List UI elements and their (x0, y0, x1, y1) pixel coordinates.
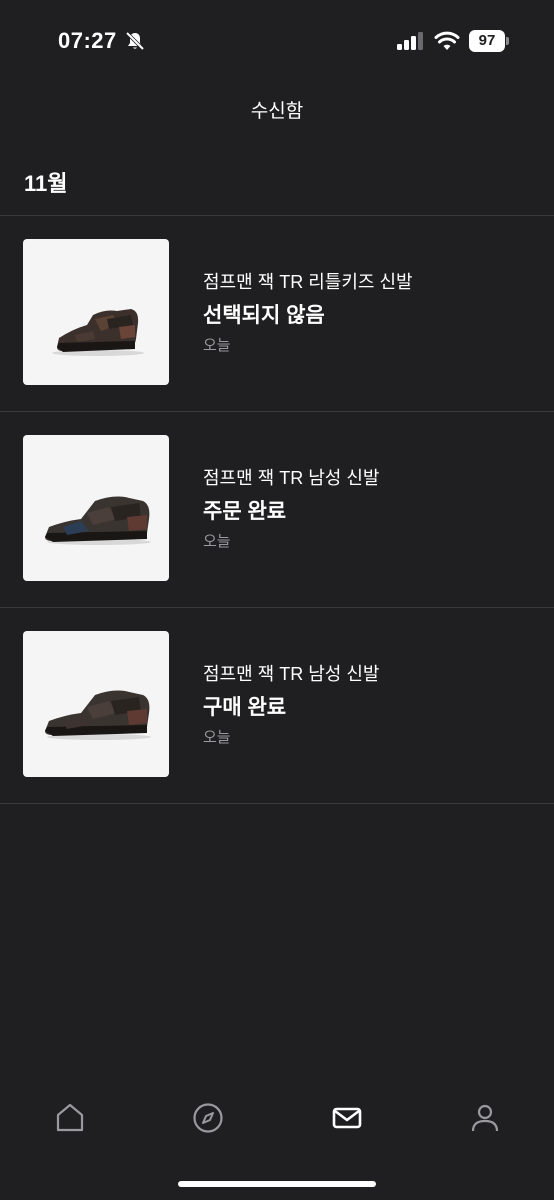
sneaker-thumbnail (23, 239, 169, 385)
order-status: 주문 완료 (203, 500, 287, 523)
product-name: 점프맨 잭 TR 리틀키즈 신발 (203, 272, 413, 292)
inbox-item[interactable]: 점프맨 잭 TR 남성 신발 주문 완료 오늘 (0, 412, 554, 607)
inbox-item[interactable]: 점프맨 잭 TR 남성 신발 구매 완료 오늘 (0, 608, 554, 803)
mail-icon[interactable] (329, 1100, 365, 1136)
wifi-icon (434, 30, 460, 52)
product-name: 점프맨 잭 TR 남성 신발 (203, 664, 380, 684)
battery-icon: 97 (469, 30, 509, 52)
battery-level: 97 (469, 30, 505, 52)
sneaker-thumbnail (23, 435, 169, 581)
section-title-month: 11월 (24, 171, 68, 196)
page-title: 수신함 (250, 101, 304, 122)
order-status: 선택되지 않음 (203, 304, 325, 327)
cellular-signal-icon (396, 31, 426, 51)
product-name: 점프맨 잭 TR 남성 신발 (203, 468, 380, 488)
compass-icon[interactable] (190, 1100, 226, 1136)
divider (0, 803, 554, 804)
profile-icon[interactable] (467, 1100, 503, 1136)
bell-muted-icon (124, 30, 146, 52)
inbox-list: 점프맨 잭 TR 리틀키즈 신발 선택되지 않음 오늘 점프맨 잭 TR 남성 … (0, 215, 554, 804)
home-icon[interactable] (52, 1100, 88, 1136)
inbox-item[interactable]: 점프맨 잭 TR 리틀키즈 신발 선택되지 않음 오늘 (0, 216, 554, 411)
status-time: 07:27 (58, 28, 117, 53)
order-status: 구매 완료 (203, 696, 287, 719)
message-date: 오늘 (203, 337, 231, 354)
bottom-tab-bar (0, 1090, 554, 1150)
message-date: 오늘 (203, 729, 231, 746)
home-indicator[interactable] (178, 1181, 376, 1187)
status-bar: 07:27 97 (0, 0, 554, 84)
message-date: 오늘 (203, 533, 231, 550)
sneaker-thumbnail (23, 631, 169, 777)
